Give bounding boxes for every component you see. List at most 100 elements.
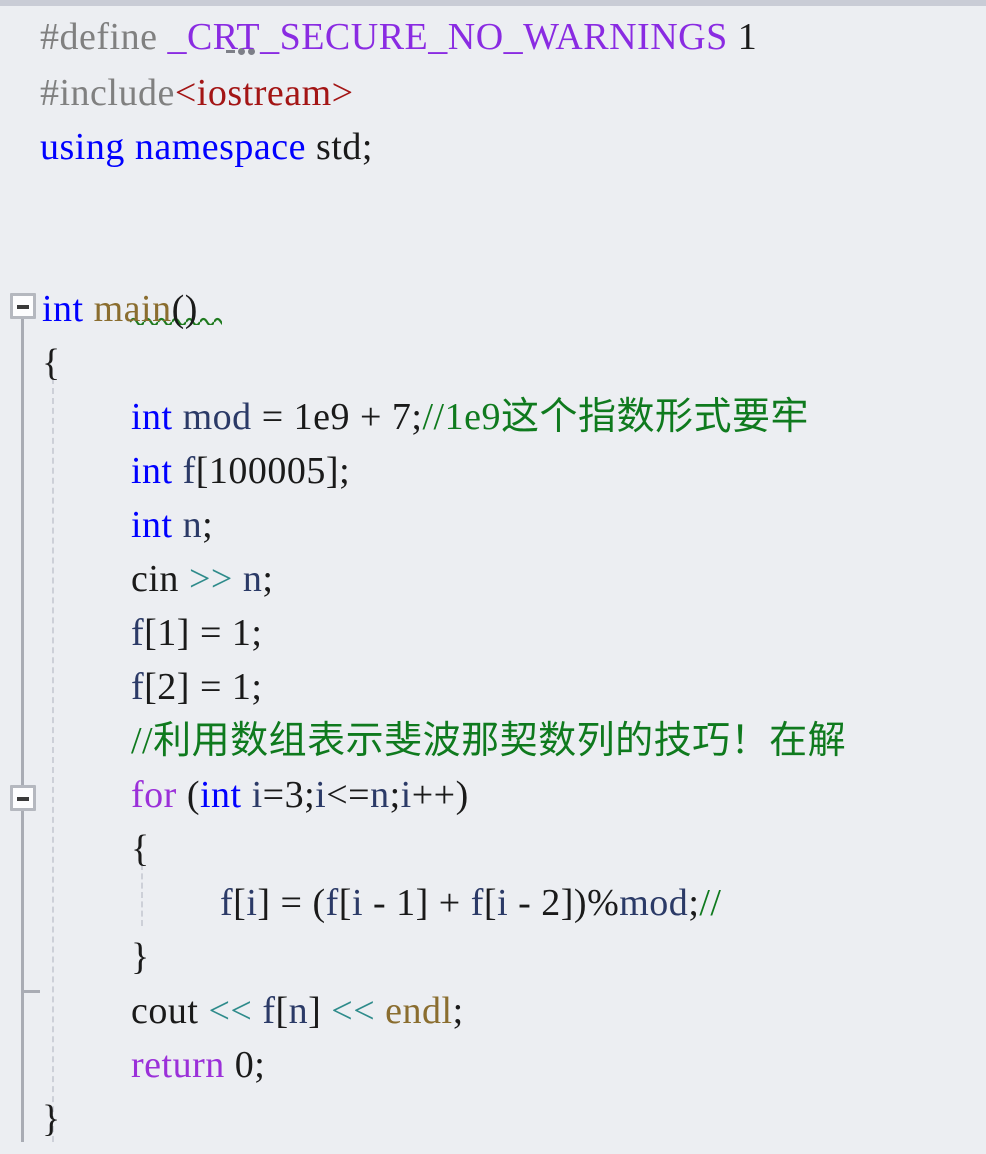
code-line-3[interactable]: using namespace std;	[40, 120, 373, 174]
token-plain: [100005];	[195, 450, 351, 492]
token-ident: f	[325, 882, 339, 924]
token-ident: i	[497, 882, 509, 924]
token-ident: n	[370, 774, 390, 816]
token-plain: ;	[688, 882, 700, 924]
code-editor-surface[interactable]: #define _CRT_SECURE_NO_WARNINGS 1 #includ…	[0, 6, 986, 1154]
token-plain: [	[483, 882, 498, 924]
code-line-15[interactable]: for (int i=3;i<=n;i++)	[131, 768, 469, 822]
token-plain: cout	[131, 990, 209, 1032]
code-line-6[interactable]: int main()	[42, 282, 198, 336]
code-line-9[interactable]: int f[100005];	[131, 444, 350, 498]
fold-marker-for-loop[interactable]	[10, 785, 36, 811]
token-plain: - 2])%	[508, 882, 620, 924]
token-plain: cin	[131, 558, 189, 600]
token-ident: n	[242, 558, 263, 600]
token-plain: ++)	[411, 774, 469, 816]
token-pp: #include	[40, 72, 175, 114]
token-pp: #define	[40, 16, 168, 58]
code-line-13[interactable]: f[2] = 1;	[131, 660, 262, 714]
token-plain: ;	[389, 774, 401, 816]
token-ident: f	[131, 666, 145, 708]
token-plain: [1] = 1;	[144, 612, 263, 654]
token-kw: int	[199, 774, 252, 816]
token-ident: f	[182, 450, 196, 492]
token-plain: ;	[202, 504, 214, 546]
code-line-21[interactable]: }	[42, 1092, 61, 1146]
fold-marker-main[interactable]	[10, 293, 36, 319]
token-comment: //	[699, 882, 722, 924]
token-kw2: for	[131, 774, 187, 816]
code-line-8[interactable]: int mod = 1e9 + 7;//1e9这个指数形式要牢	[131, 390, 809, 444]
token-plain: - 1] +	[363, 882, 471, 924]
token-kw: int	[42, 288, 94, 330]
code-line-1[interactable]: #define _CRT_SECURE_NO_WARNINGS 1	[40, 10, 757, 64]
code-line-14[interactable]: //利用数组表示斐波那契数列的技巧！在解	[131, 714, 846, 768]
token-plain: [	[233, 882, 247, 924]
code-line-12[interactable]: f[1] = 1;	[131, 606, 262, 660]
token-ident: i	[246, 882, 258, 924]
token-plain: }	[131, 936, 150, 978]
token-op: <<	[208, 990, 253, 1032]
indent-guide-level-1	[52, 378, 54, 1142]
token-ident: f	[220, 882, 234, 924]
token-op: <<	[331, 990, 376, 1032]
token-comment: //1e9这个指数形式要牢	[422, 396, 809, 438]
token-plain: 1e9 + 7;	[293, 396, 423, 438]
token-func: endl	[385, 990, 453, 1032]
token-plain: ;	[452, 990, 464, 1032]
token-plain: 0;	[234, 1044, 266, 1086]
token-ident: i	[315, 774, 327, 816]
fold-bracket-line-main	[21, 319, 24, 1142]
token-plain: 1	[727, 16, 758, 58]
code-line-19[interactable]: cout << f[n] << endl;	[131, 984, 464, 1038]
token-plain: ]	[308, 990, 332, 1032]
token-ident: mod	[619, 882, 689, 924]
token-plain: ;	[262, 558, 274, 600]
token-ident: i	[351, 882, 363, 924]
token-plain: ()	[171, 288, 198, 330]
token-plain: {	[42, 342, 61, 384]
token-kw: int	[131, 450, 183, 492]
outlining-margin	[0, 6, 40, 1154]
token-plain: ] = (	[257, 882, 326, 924]
token-ident: mod	[182, 396, 252, 438]
code-line-16[interactable]: {	[131, 822, 150, 876]
token-ident: n	[182, 504, 203, 546]
code-line-20[interactable]: return 0;	[131, 1038, 265, 1092]
token-kw: int	[131, 396, 183, 438]
code-line-10[interactable]: int n;	[131, 498, 213, 552]
token-plain: =3;	[262, 774, 316, 816]
token-func: main	[93, 288, 172, 330]
token-plain: {	[131, 828, 150, 870]
code-editor-screenshot: #define _CRT_SECURE_NO_WARNINGS 1 #includ…	[0, 0, 986, 1154]
token-ident: i	[251, 774, 263, 816]
token-op: >>	[188, 558, 233, 600]
token-ident: n	[288, 990, 309, 1032]
token-macro: _CRT_SECURE_NO_WARNINGS	[167, 16, 728, 58]
token-plain: }	[42, 1098, 61, 1140]
fold-end-tick-for-loop	[22, 990, 40, 993]
code-line-17[interactable]: f[i] = (f[i - 1] + f[i - 2])%mod;//	[220, 876, 722, 930]
token-plain: =	[251, 396, 294, 438]
code-line-2[interactable]: #include<iostream>	[40, 66, 354, 120]
token-ident: f	[470, 882, 484, 924]
code-line-11[interactable]: cin >> n;	[131, 552, 273, 606]
token-plain: <=	[326, 774, 371, 816]
token-ident: f	[131, 612, 145, 654]
token-kw: using namespace	[40, 126, 317, 168]
token-kw2: return	[131, 1044, 235, 1086]
token-plain: [	[275, 990, 289, 1032]
code-line-18[interactable]: }	[131, 930, 150, 984]
token-str: <iostream>	[174, 72, 354, 114]
token-kw: int	[131, 504, 183, 546]
token-ident: i	[400, 774, 412, 816]
token-plain: [	[338, 882, 352, 924]
code-line-7[interactable]: {	[42, 336, 61, 390]
token-plain: std;	[316, 126, 373, 168]
token-plain: [2] = 1;	[144, 666, 263, 708]
token-ident: f	[262, 990, 276, 1032]
token-comment: //利用数组表示斐波那契数列的技巧！在解	[131, 720, 847, 762]
